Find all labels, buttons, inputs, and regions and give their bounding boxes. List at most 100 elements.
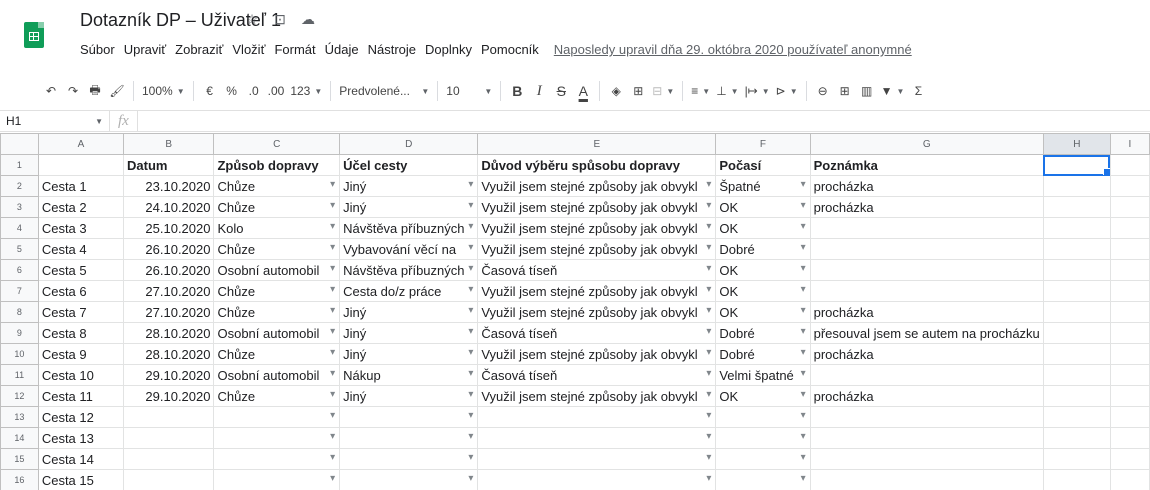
cell-D14[interactable] <box>339 427 479 449</box>
cell-A15[interactable]: Cesta 14 <box>37 448 125 470</box>
row-header-5[interactable]: 5 <box>0 238 39 260</box>
cell-F1[interactable]: Počasí <box>715 154 811 176</box>
cell-I13[interactable] <box>1109 406 1150 428</box>
cell-A3[interactable]: Cesta 2 <box>37 196 125 218</box>
more-formats-button[interactable]: 123 ▼ <box>287 79 325 103</box>
cell-B8[interactable]: 27.10.2020 <box>123 301 215 323</box>
cell-C7[interactable]: Chůze <box>213 280 341 302</box>
cell-E12[interactable]: Využil jsem stejné způsoby jak obvykl <box>477 385 717 407</box>
cell-D8[interactable]: Jiný <box>339 301 479 323</box>
bold-button[interactable]: B <box>506 79 528 103</box>
cell-G11[interactable] <box>809 364 1044 386</box>
cell-B4[interactable]: 25.10.2020 <box>123 217 215 239</box>
cell-E3[interactable]: Využil jsem stejné způsoby jak obvykl <box>477 196 717 218</box>
cell-F13[interactable] <box>715 406 811 428</box>
column-header-g[interactable]: G <box>809 133 1044 155</box>
cell-A9[interactable]: Cesta 8 <box>37 322 125 344</box>
cell-F7[interactable]: OK <box>715 280 811 302</box>
menu-format[interactable]: Formát <box>274 42 315 57</box>
cell-A7[interactable]: Cesta 6 <box>37 280 125 302</box>
cell-A6[interactable]: Cesta 5 <box>37 259 125 281</box>
menu-addons[interactable]: Doplnky <box>425 42 472 57</box>
cell-H6[interactable] <box>1042 259 1111 281</box>
cell-D1[interactable]: Účel cesty <box>339 154 479 176</box>
cell-C9[interactable]: Osobní automobil <box>213 322 341 344</box>
cell-G15[interactable] <box>809 448 1044 470</box>
cell-C1[interactable]: Způsob dopravy <box>213 154 341 176</box>
cell-B2[interactable]: 23.10.2020 <box>123 175 215 197</box>
menu-tools[interactable]: Nástroje <box>368 42 416 57</box>
menu-help[interactable]: Pomocník <box>481 42 539 57</box>
cell-H16[interactable] <box>1042 469 1111 490</box>
cell-B6[interactable]: 26.10.2020 <box>123 259 215 281</box>
cell-D9[interactable]: Jiný <box>339 322 479 344</box>
text-color-button[interactable]: A <box>572 79 594 103</box>
cell-B12[interactable]: 29.10.2020 <box>123 385 215 407</box>
strikethrough-button[interactable]: S <box>550 79 572 103</box>
cell-F9[interactable]: Dobré <box>715 322 811 344</box>
cell-I15[interactable] <box>1109 448 1150 470</box>
cell-F6[interactable]: OK <box>715 259 811 281</box>
cell-B14[interactable] <box>123 427 215 449</box>
cell-D3[interactable]: Jiný <box>339 196 479 218</box>
row-header-4[interactable]: 4 <box>0 217 39 239</box>
cell-A5[interactable]: Cesta 4 <box>37 238 125 260</box>
cell-E10[interactable]: Využil jsem stejné způsoby jak obvykl <box>477 343 717 365</box>
cell-B1[interactable]: Datum <box>123 154 215 176</box>
cell-D7[interactable]: Cesta do/z práce <box>339 280 479 302</box>
percent-format-button[interactable]: % <box>221 79 243 103</box>
cell-F10[interactable]: Dobré <box>715 343 811 365</box>
cell-H7[interactable] <box>1042 280 1111 302</box>
cell-G4[interactable] <box>809 217 1044 239</box>
cell-B10[interactable]: 28.10.2020 <box>123 343 215 365</box>
cell-G6[interactable] <box>809 259 1044 281</box>
cell-E5[interactable]: Využil jsem stejné způsoby jak obvykl <box>477 238 717 260</box>
cell-H8[interactable] <box>1042 301 1111 323</box>
cell-I10[interactable] <box>1109 343 1150 365</box>
cell-E13[interactable] <box>477 406 717 428</box>
cell-G3[interactable]: procházka <box>809 196 1044 218</box>
cell-H1[interactable] <box>1042 154 1111 176</box>
cell-D13[interactable] <box>339 406 479 428</box>
borders-icon[interactable]: ⊞ <box>627 79 649 103</box>
cell-C8[interactable]: Chůze <box>213 301 341 323</box>
menu-view[interactable]: Zobraziť <box>175 42 223 57</box>
cell-H9[interactable] <box>1042 322 1111 344</box>
insert-comment-icon[interactable]: ⊞ <box>834 79 856 103</box>
column-header-c[interactable]: C <box>213 133 341 155</box>
row-header-7[interactable]: 7 <box>0 280 39 302</box>
cell-I4[interactable] <box>1109 217 1150 239</box>
cell-H13[interactable] <box>1042 406 1111 428</box>
cell-E11[interactable]: Časová tíseň <box>477 364 717 386</box>
column-header-a[interactable]: A <box>37 133 125 155</box>
row-header-15[interactable]: 15 <box>0 448 39 470</box>
cell-C13[interactable] <box>213 406 341 428</box>
row-header-11[interactable]: 11 <box>0 364 39 386</box>
cell-B13[interactable] <box>123 406 215 428</box>
row-header-3[interactable]: 3 <box>0 196 39 218</box>
cell-F4[interactable]: OK <box>715 217 811 239</box>
cell-C10[interactable]: Chůze <box>213 343 341 365</box>
menu-data[interactable]: Údaje <box>325 42 359 57</box>
cell-B16[interactable] <box>123 469 215 490</box>
column-header-b[interactable]: B <box>123 133 215 155</box>
cell-I14[interactable] <box>1109 427 1150 449</box>
cell-A2[interactable]: Cesta 1 <box>37 175 125 197</box>
cell-F2[interactable]: Špatné <box>715 175 811 197</box>
cell-A12[interactable]: Cesta 11 <box>37 385 125 407</box>
column-header-h[interactable]: H <box>1042 133 1111 155</box>
cell-I12[interactable] <box>1109 385 1150 407</box>
cell-I7[interactable] <box>1109 280 1150 302</box>
undo-icon[interactable]: ↶ <box>40 79 62 103</box>
cell-B9[interactable]: 28.10.2020 <box>123 322 215 344</box>
text-wrap-icon[interactable]: |↦ ▼ <box>742 79 773 103</box>
cell-F15[interactable] <box>715 448 811 470</box>
increase-decimals-button[interactable]: .00 <box>265 79 288 103</box>
cell-C6[interactable]: Osobní automobil <box>213 259 341 281</box>
cell-I5[interactable] <box>1109 238 1150 260</box>
cell-G5[interactable] <box>809 238 1044 260</box>
cell-I6[interactable] <box>1109 259 1150 281</box>
cell-D4[interactable]: Návštěva příbuzných <box>339 217 479 239</box>
move-to-folder-icon[interactable]: ⊡ <box>272 11 288 28</box>
font-size-select[interactable]: 10 ▼ <box>443 79 495 103</box>
